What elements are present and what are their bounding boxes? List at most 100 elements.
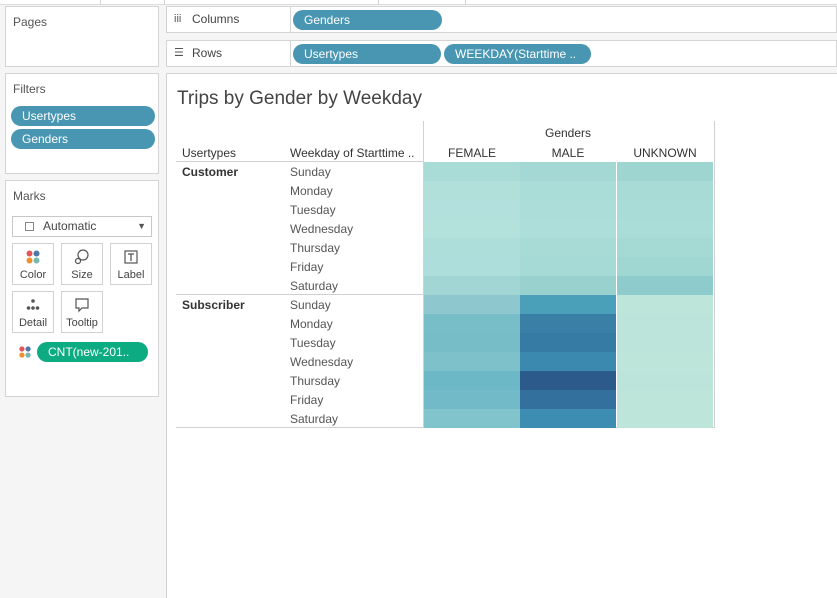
color-mark-icon [18,345,32,364]
label-icon [111,249,151,265]
heatmap-cell [424,371,520,390]
size-button[interactable]: Size [61,243,103,285]
heatmap-cell [424,181,520,200]
weekday-label: Friday [290,393,324,407]
heatmap-cell [520,295,616,314]
heatmap-cell [520,219,616,238]
color-button[interactable]: Color [12,243,54,285]
chevron-down-icon: ▼ [137,221,146,231]
marks-title: Marks [13,189,46,203]
heatmap-cell [424,409,520,428]
heatmap-cell [424,333,520,352]
columns-shelf-label: iii Columns [167,7,291,32]
mark-type-dropdown[interactable]: Automatic ▼ [12,216,152,237]
row-header-usertypes: Usertypes [182,146,237,160]
header-divider [176,161,423,162]
row-pill-weekday[interactable]: WEEKDAY(Starttime .. [444,44,591,64]
weekday-label: Thursday [290,374,341,388]
pages-title: Pages [13,15,48,29]
grid-divider [714,121,715,428]
heatmap-cell [424,276,520,295]
heatmap-cell [520,257,616,276]
heatmap-cell [520,276,616,295]
weekday-label: Monday [290,184,333,198]
heatmap-cell [520,333,616,352]
label-button[interactable]: Label [110,243,152,285]
tooltip-icon [62,297,102,313]
color-label: Color [19,269,47,281]
column-header-unknown: UNKNOWN [633,146,697,160]
heatmap-cell [617,276,713,295]
heatmap-cell [424,257,520,276]
heatmap-cell [520,238,616,257]
detail-icon [13,297,53,313]
filters-title: Filters [13,82,46,96]
color-icon [13,249,53,265]
weekday-label: Friday [290,260,324,274]
weekday-label: Tuesday [290,203,336,217]
heatmap-cell [520,371,616,390]
row-header-weekday: Weekday of Starttime .. [290,146,415,160]
detail-label: Detail [18,317,48,329]
rows-icon: ☰ [174,47,184,59]
columns-label: Columns [192,12,240,26]
heatmap-cell [617,219,713,238]
row-pill-usertypes[interactable]: Usertypes [293,44,441,64]
heatmap-cell [617,162,713,181]
size-label: Size [71,269,93,281]
heatmap-cell [617,181,713,200]
rows-shelf-label: ☰ Rows [167,41,291,66]
weekday-label: Sunday [290,298,331,312]
filter-pill-usertypes[interactable]: Usertypes [11,106,155,126]
column-pill-genders[interactable]: Genders [293,10,442,30]
strip-divider [100,0,101,5]
column-header-female: FEMALE [447,146,496,160]
mark-type-icon [25,222,34,231]
heatmap-cell [617,295,713,314]
heatmap-cell [520,162,616,181]
worksheet-title: Trips by Gender by Weekday [177,88,422,109]
columns-shelf[interactable]: iii Columns Genders [166,6,837,33]
heatmap-cell [617,257,713,276]
color-field-pill[interactable]: CNT(new-201.. [37,342,148,362]
weekday-label: Tuesday [290,336,336,350]
heatmap-cell [617,371,713,390]
heatmap-cell [520,390,616,409]
group-divider [176,294,423,295]
filter-pill-genders[interactable]: Genders [11,129,155,149]
heatmap-cell [617,352,713,371]
tooltip-button[interactable]: Tooltip [61,291,103,333]
weekday-label: Wednesday [290,355,354,369]
heatmap-cell [617,200,713,219]
rows-shelf[interactable]: ☰ Rows Usertypes WEEKDAY(Starttime .. [166,40,837,67]
heatmap-cell [520,200,616,219]
heatmap-cell [520,314,616,333]
heatmap-cell [617,409,713,428]
heatmap-cell [424,314,520,333]
heatmap-cell [424,162,520,181]
heatmap-cell [424,295,520,314]
heatmap-cell [520,352,616,371]
size-icon [62,249,102,265]
columns-icon: iii [174,13,182,25]
pages-panel[interactable]: Pages [5,6,159,67]
heatmap-cell [424,390,520,409]
weekday-label: Monday [290,317,333,331]
rows-label: Rows [192,46,223,60]
top-strip [0,0,837,5]
heatmap-cell [617,390,713,409]
filters-panel: Filters Usertypes Genders [5,73,159,174]
heatmap-cell [424,352,520,371]
heatmap-cell [617,333,713,352]
column-group-header: Genders [544,126,592,140]
worksheet-view: Trips by Gender by Weekday Genders Userty… [166,73,837,598]
heatmap-cell [424,219,520,238]
detail-button[interactable]: Detail [12,291,54,333]
strip-divider [465,0,466,5]
heatmap-cell [424,200,520,219]
heatmap-cell [424,238,520,257]
column-header-male: MALE [551,146,585,160]
strip-divider [164,0,165,5]
strip-divider [378,0,379,5]
heatmap-cell [617,314,713,333]
